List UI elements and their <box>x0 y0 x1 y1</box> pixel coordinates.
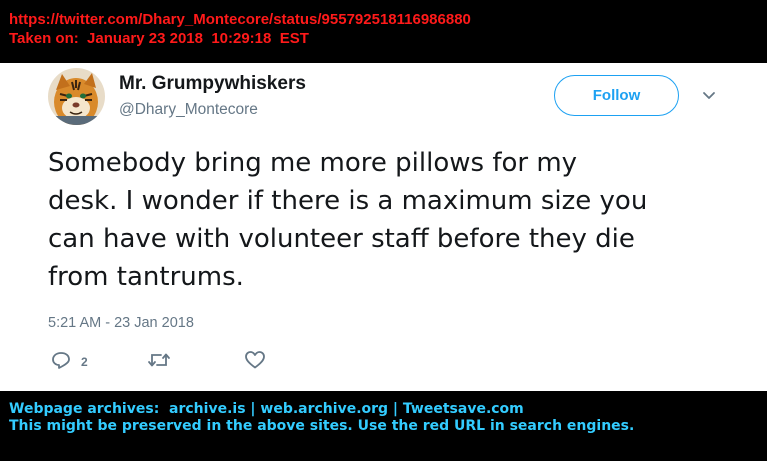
archive-url[interactable]: https://twitter.com/Dhary_Montecore/stat… <box>9 10 767 29</box>
archive-sites-line: Webpage archives: archive.is | web.archi… <box>9 401 524 417</box>
reply-count: 2 <box>81 355 88 369</box>
avatar[interactable] <box>48 68 105 125</box>
archive-header: https://twitter.com/Dhary_Montecore/stat… <box>0 0 767 63</box>
archive-note-line: This might be preserved in the above sit… <box>9 418 635 434</box>
archive-timestamp: Taken on: January 23 2018 10:29:18 EST <box>9 30 309 47</box>
like-button[interactable] <box>244 350 266 370</box>
tweet-timestamp[interactable]: 5:21 AM - 23 Jan 2018 <box>48 315 194 331</box>
user-handle[interactable]: @Dhary_Montecore <box>119 101 258 119</box>
archive-footer: Webpage archives: archive.is | web.archi… <box>0 391 767 461</box>
tweet-text-line: Somebody bring me more pillows for my <box>48 148 578 178</box>
retweet-button[interactable] <box>147 350 171 370</box>
chevron-down-icon[interactable] <box>701 89 717 103</box>
reply-icon <box>50 350 72 370</box>
tweet-text-line: desk. I wonder if there is a maximum siz… <box>48 186 648 216</box>
display-name[interactable]: Mr. Grumpywhiskers <box>119 73 306 95</box>
tweet-text: Somebody bring me more pillows for my de… <box>48 144 738 296</box>
tiger-avatar-image <box>48 68 105 125</box>
tweet-card: Mr. Grumpywhiskers @Dhary_Montecore Foll… <box>0 63 767 391</box>
retweet-icon <box>147 350 171 370</box>
tweet-text-line: can have with volunteer staff before the… <box>48 224 635 254</box>
reply-button[interactable]: 2 <box>50 350 88 370</box>
heart-icon <box>244 350 266 370</box>
tweet-actions: 2 <box>48 350 348 376</box>
follow-button[interactable]: Follow <box>554 75 679 116</box>
tweet-text-line: from tantrums. <box>48 262 244 292</box>
